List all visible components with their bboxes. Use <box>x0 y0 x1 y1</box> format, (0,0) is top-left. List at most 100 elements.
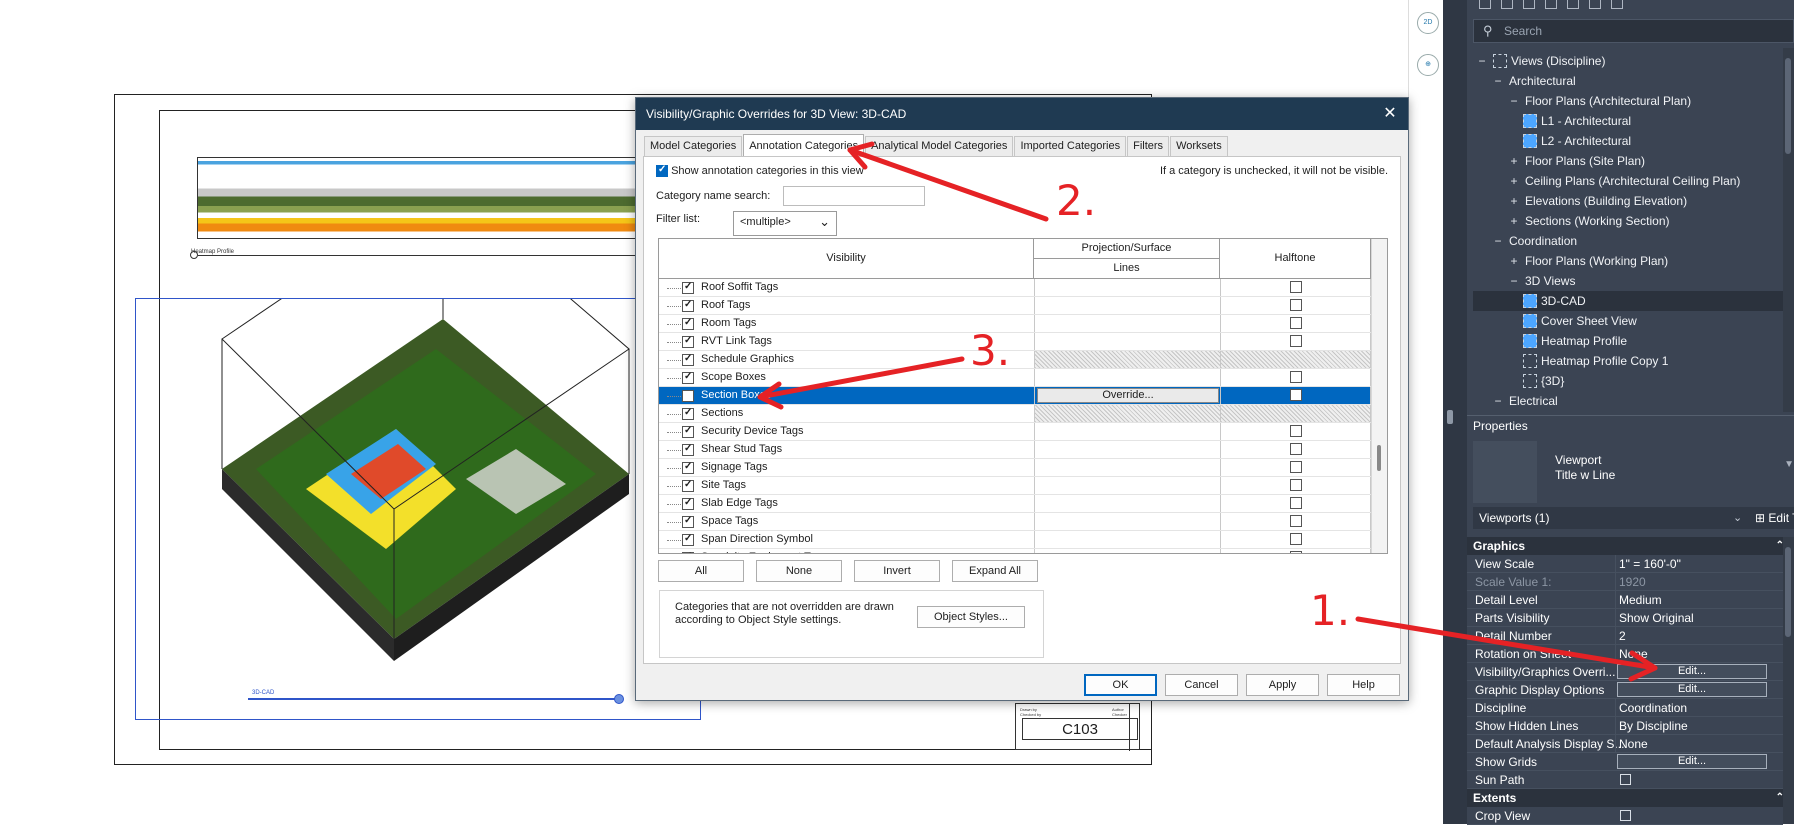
cancel-button[interactable]: Cancel <box>1165 674 1238 696</box>
view-cube-2d-icon[interactable]: 2D <box>1417 12 1439 34</box>
selected-3d-cad-viewport[interactable] <box>135 179 701 720</box>
category-row[interactable]: Roof Tags <box>659 297 1371 315</box>
toolbar-family-icon[interactable] <box>1523 0 1535 9</box>
halftone-checkbox[interactable] <box>1290 425 1302 437</box>
property-checkbox[interactable] <box>1620 810 1631 821</box>
halftone-column-header[interactable]: Halftone <box>1220 239 1371 279</box>
property-value[interactable]: None <box>1615 645 1783 662</box>
halftone-checkbox[interactable] <box>1290 281 1302 293</box>
projection-lines-cell[interactable] <box>1034 423 1220 440</box>
browser-item[interactable]: − Floor Plans (Architectural Plan) <box>1507 91 1691 111</box>
projection-lines-cell[interactable] <box>1034 549 1220 553</box>
projection-lines-cell[interactable] <box>1034 369 1220 386</box>
visibility-checkbox[interactable] <box>682 533 694 546</box>
expand-icon[interactable]: + <box>1507 171 1521 191</box>
projection-lines-cell[interactable]: Override... <box>1034 387 1220 404</box>
properties-scrollbar[interactable] <box>1783 537 1794 824</box>
visibility-checkbox[interactable] <box>682 281 694 294</box>
visibility-checkbox[interactable] <box>682 335 694 348</box>
category-row[interactable]: Specialty Equipment Tags <box>659 549 1371 553</box>
projection-lines-cell[interactable] <box>1034 477 1220 494</box>
panel-splitter-grip[interactable] <box>1447 410 1453 424</box>
close-icon[interactable]: ✕ <box>1380 98 1400 130</box>
browser-item[interactable]: L2 - Architectural <box>1523 131 1631 151</box>
halftone-checkbox[interactable] <box>1290 299 1302 311</box>
visibility-checkbox[interactable] <box>682 371 694 384</box>
edit-type-button[interactable]: ⊞ Edit Type <box>1755 507 1794 529</box>
category-row[interactable]: Room Tags <box>659 315 1371 333</box>
zoom-icon[interactable]: ⊕ <box>1417 54 1439 76</box>
property-edit-button[interactable]: Edit... <box>1617 754 1767 769</box>
category-search-input[interactable] <box>783 186 925 206</box>
category-row[interactable]: Site Tags <box>659 477 1371 495</box>
collapse-icon[interactable]: − <box>1491 71 1505 91</box>
browser-search-input[interactable]: ⚲ Search <box>1473 19 1794 43</box>
graphics-group-header[interactable]: Graphics ⌃ <box>1467 537 1794 555</box>
category-row[interactable]: Span Direction Symbol <box>659 531 1371 549</box>
browser-item[interactable]: 3D-CAD <box>1523 291 1586 311</box>
halftone-checkbox[interactable] <box>1290 551 1302 553</box>
category-row[interactable]: Sections <box>659 405 1371 423</box>
projection-lines-cell[interactable] <box>1034 441 1220 458</box>
none-button[interactable]: None <box>756 560 842 582</box>
category-row[interactable]: Signage Tags <box>659 459 1371 477</box>
visibility-checkbox[interactable] <box>682 317 694 330</box>
visibility-checkbox[interactable] <box>682 407 694 420</box>
heatmap-profile-viewport[interactable] <box>197 157 652 239</box>
apply-button[interactable]: Apply <box>1246 674 1319 696</box>
category-row[interactable]: Security Device Tags <box>659 423 1371 441</box>
expand-all-button[interactable]: Expand All <box>952 560 1038 582</box>
halftone-checkbox[interactable] <box>1290 479 1302 491</box>
tab-analytical-model-categories[interactable]: Analytical Model Categories <box>865 136 1014 156</box>
invert-button[interactable]: Invert <box>854 560 940 582</box>
expand-icon[interactable]: + <box>1507 251 1521 271</box>
all-button[interactable]: All <box>658 560 744 582</box>
title-line-grip[interactable] <box>614 694 624 704</box>
collapse-icon[interactable]: − <box>1507 271 1521 291</box>
show-annotation-categories-option[interactable]: Show annotation categories in this view <box>656 164 864 178</box>
browser-item[interactable]: −3D Views <box>1507 271 1575 291</box>
property-value[interactable]: Coordination <box>1615 699 1783 716</box>
property-edit-button[interactable]: Edit... <box>1617 682 1767 697</box>
category-row[interactable]: Space Tags <box>659 513 1371 531</box>
collapse-icon[interactable]: − <box>1475 51 1489 71</box>
tab-model-categories[interactable]: Model Categories <box>644 136 743 156</box>
browser-item[interactable]: − Views (Discipline) <box>1475 51 1605 71</box>
toolbar-sheet-icon[interactable] <box>1501 0 1513 9</box>
visibility-checkbox[interactable] <box>682 515 694 528</box>
toolbar-group-icon[interactable] <box>1545 0 1557 9</box>
halftone-checkbox[interactable] <box>1290 497 1302 509</box>
filter-list-dropdown[interactable]: <multiple> <box>733 211 837 236</box>
browser-item[interactable]: {3D} <box>1523 371 1564 391</box>
show-annotation-categories-checkbox[interactable] <box>656 164 668 178</box>
category-row[interactable]: Roof Soffit Tags <box>659 279 1371 297</box>
browser-item[interactable]: + Sections (Working Section) <box>1507 211 1669 231</box>
visibility-checkbox[interactable] <box>682 353 694 366</box>
projection-lines-cell[interactable] <box>1034 405 1220 422</box>
tab-annotation-categories[interactable]: Annotation Categories <box>743 134 865 156</box>
grid-scrollbar-thumb[interactable] <box>1377 445 1381 471</box>
category-row[interactable]: Scope Boxes <box>659 369 1371 387</box>
toolbar-legend-icon[interactable] <box>1611 0 1623 9</box>
browser-item[interactable]: + Floor Plans (Working Plan) <box>1507 251 1668 271</box>
browser-item[interactable]: − Coordination <box>1491 231 1577 251</box>
visibility-checkbox[interactable] <box>682 390 694 402</box>
projection-lines-cell[interactable] <box>1034 315 1220 332</box>
visibility-checkbox[interactable] <box>682 443 694 456</box>
collapse-icon[interactable]: − <box>1507 91 1521 111</box>
projection-lines-cell[interactable] <box>1034 495 1220 512</box>
halftone-checkbox[interactable] <box>1290 371 1302 383</box>
toolbar-schedule-icon[interactable] <box>1589 0 1601 9</box>
object-styles-button[interactable]: Object Styles... <box>917 606 1025 628</box>
projection-lines-cell[interactable] <box>1034 459 1220 476</box>
instance-filter-bar[interactable]: Viewports (1) ⌄ ⊞ Edit Type <box>1473 507 1794 529</box>
category-row[interactable]: RVT Link Tags <box>659 333 1371 351</box>
type-selector[interactable]: Viewport Title w Line ▼ <box>1473 437 1794 507</box>
visibility-column-header[interactable]: Visibility <box>659 239 1034 279</box>
property-value[interactable]: Show Original <box>1615 609 1783 626</box>
cad-viewport-title-line[interactable] <box>248 698 620 700</box>
expand-icon[interactable]: + <box>1507 211 1521 231</box>
extents-group-header[interactable]: Extents ⌃ <box>1467 789 1794 807</box>
visibility-checkbox[interactable] <box>682 425 694 438</box>
halftone-checkbox[interactable] <box>1290 461 1302 473</box>
